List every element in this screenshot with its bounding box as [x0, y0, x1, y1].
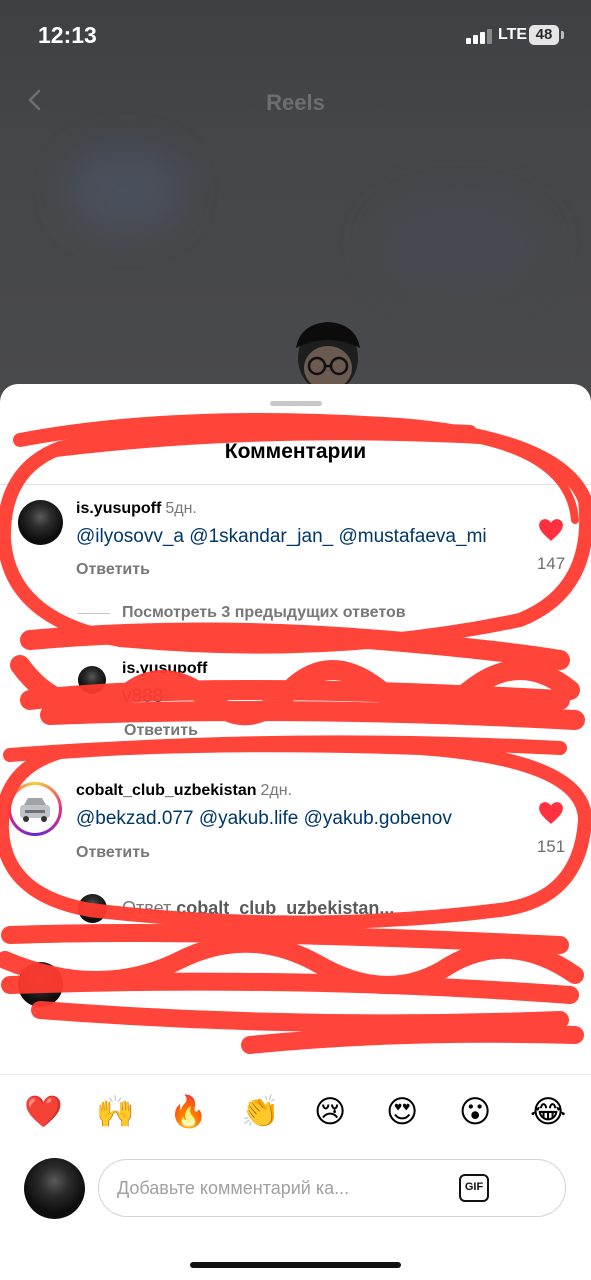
- sheet-grabber[interactable]: [270, 401, 322, 406]
- comments-sheet: Комментарии is.yusupoff 5дн. @ilyosovv_a …: [0, 384, 591, 1280]
- gif-button[interactable]: GIF: [459, 1174, 489, 1202]
- divider: [0, 484, 591, 485]
- avatar[interactable]: [8, 782, 62, 836]
- background-blur: [70, 150, 180, 230]
- emoji-laughing[interactable]: 😂: [530, 1095, 566, 1129]
- comment-username[interactable]: is.yusupoff 5дн.: [76, 500, 197, 518]
- avatar[interactable]: [18, 962, 63, 1007]
- background-blur: [380, 200, 540, 290]
- comment-age: 5дн.: [165, 500, 197, 517]
- car-icon: [20, 798, 50, 822]
- avatar-image: [11, 785, 59, 833]
- comment-composer: Добавьте комментарий ка... GIF: [0, 1154, 591, 1224]
- page-title: Reels: [266, 90, 325, 115]
- view-replies-button[interactable]: Посмотреть 3 предыдущих ответов: [122, 604, 406, 622]
- reply-preview-user[interactable]: cobalt_club_uzbekistan...: [176, 898, 394, 918]
- reply-preview[interactable]: Ответ cobalt_club_uzbekistan...: [122, 898, 394, 919]
- reply-button[interactable]: Ответить: [76, 844, 150, 862]
- emoji-surprised[interactable]: 😮: [459, 1095, 491, 1129]
- status-bar: 12:13 LTE 48: [0, 0, 591, 70]
- emoji-reaction-bar: ❤️ 🙌 🔥 👏 😢 😍 😮 😂: [0, 1074, 591, 1135]
- comment-input[interactable]: Добавьте комментарий ка... GIF: [98, 1159, 566, 1217]
- divider: [78, 613, 110, 614]
- battery-icon: 48: [529, 25, 559, 45]
- comment-input-placeholder[interactable]: Добавьте комментарий ка...: [117, 1178, 349, 1199]
- network-label: LTE: [498, 26, 528, 43]
- avatar[interactable]: [18, 500, 63, 545]
- emoji-raised-hands[interactable]: 🙌: [96, 1095, 135, 1129]
- comment-username[interactable]: cobalt_club_uzbekistan 2дн.: [76, 782, 292, 800]
- emoji-heart[interactable]: ❤️: [24, 1095, 63, 1129]
- reply-button[interactable]: Ответить: [124, 722, 198, 740]
- comment-age: 2дн.: [260, 782, 293, 799]
- reels-header: Reels: [0, 80, 591, 124]
- like-count: 151: [536, 837, 566, 856]
- avatar[interactable]: [78, 894, 107, 923]
- comment-text[interactable]: @ilyosovv_a @1skandar_jan_ @mustafaeva_m…: [76, 526, 487, 548]
- emoji-heart-eyes[interactable]: 😍: [386, 1095, 418, 1129]
- signal-icon: [466, 28, 492, 44]
- username-text[interactable]: cobalt_club_uzbekistan: [76, 782, 257, 799]
- comment-text[interactable]: v888: [122, 686, 163, 708]
- battery-tip: [561, 31, 564, 39]
- like-count: 147: [536, 554, 566, 573]
- reply-preview-prefix: Ответ: [122, 898, 172, 918]
- comment-text[interactable]: @bekzad.077 @yakub.life @yakub.gobenov: [76, 808, 452, 830]
- sheet-title: Комментарии: [224, 440, 367, 463]
- comment-username[interactable]: is.yusupoff: [122, 660, 207, 678]
- home-indicator: [190, 1262, 401, 1268]
- heart-icon[interactable]: [538, 518, 564, 542]
- reply-button[interactable]: Ответить: [76, 561, 150, 579]
- avatar[interactable]: [78, 666, 106, 694]
- status-time: 12:13: [38, 22, 97, 48]
- emoji-clap[interactable]: 👏: [241, 1095, 280, 1129]
- emoji-fire[interactable]: 🔥: [169, 1095, 208, 1129]
- own-avatar[interactable]: [24, 1158, 85, 1219]
- heart-icon[interactable]: [538, 801, 564, 825]
- emoji-crying[interactable]: 😢: [314, 1095, 346, 1129]
- username-text[interactable]: is.yusupoff: [76, 500, 161, 517]
